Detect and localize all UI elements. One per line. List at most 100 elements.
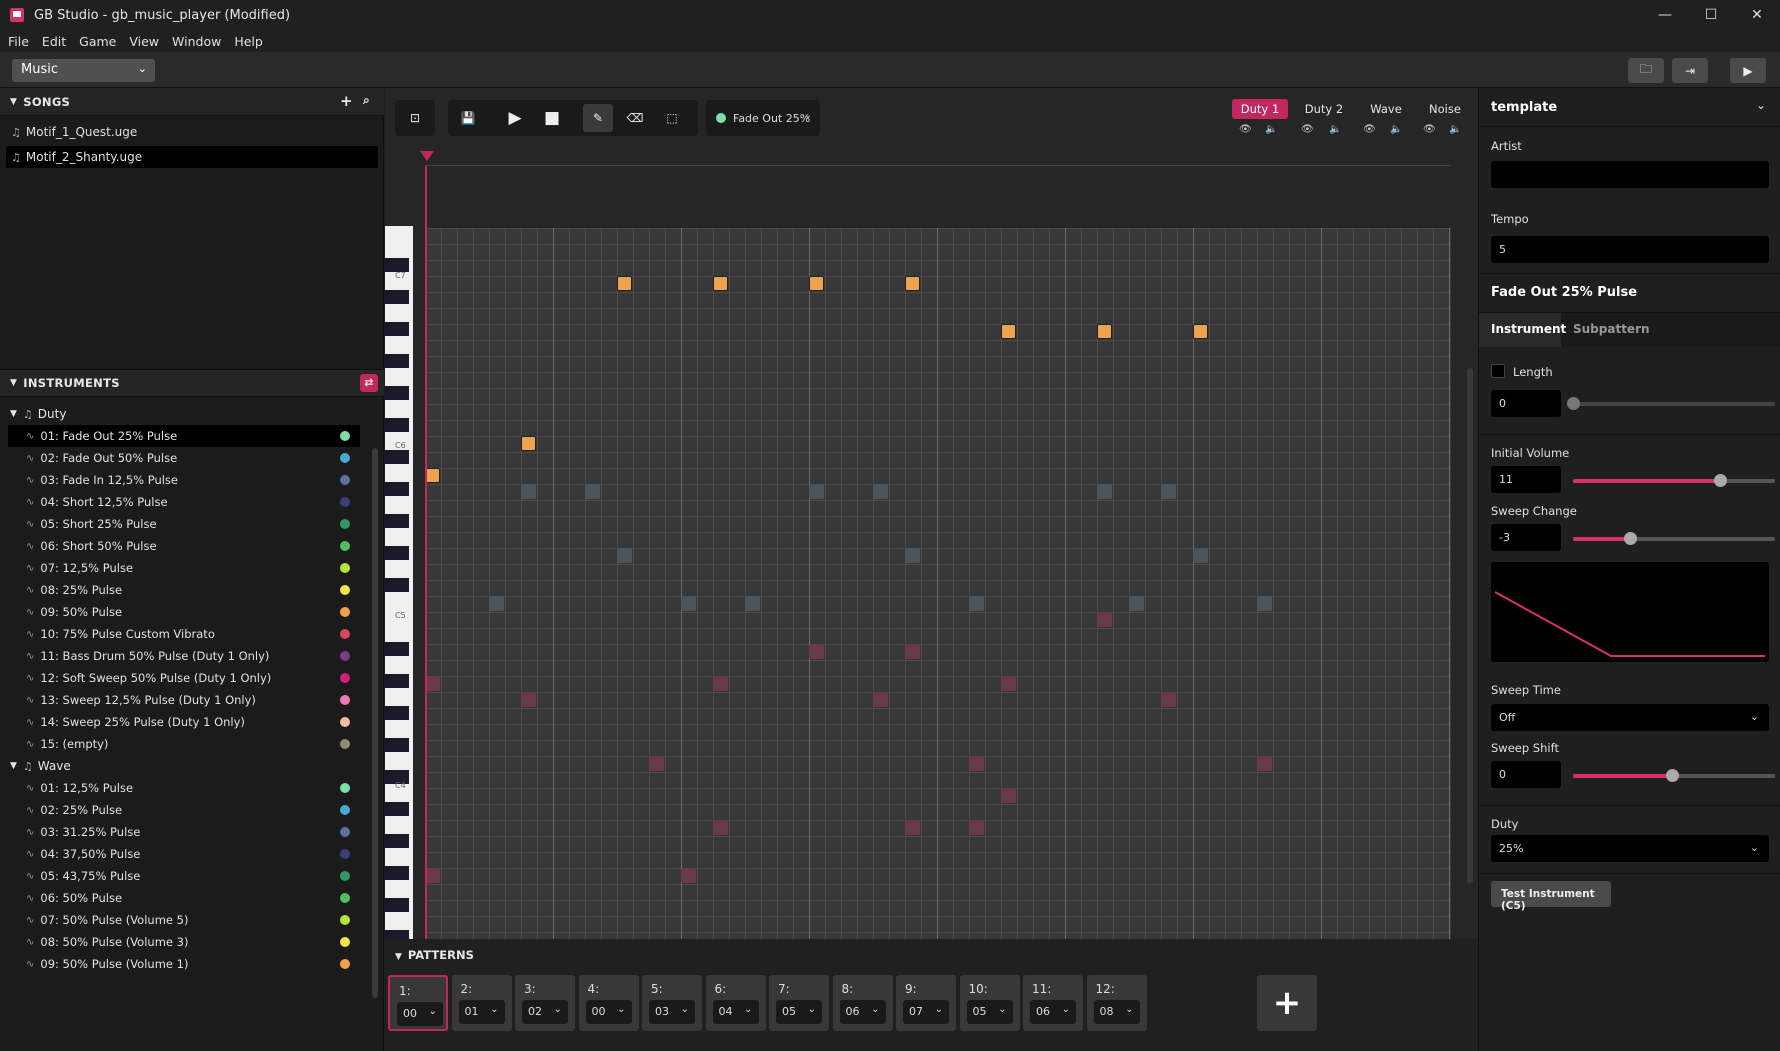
instrument-item[interactable]: ∿ 15: (empty) xyxy=(8,733,360,755)
instrument-item[interactable]: ∿ 02: Fade Out 50% Pulse xyxy=(8,447,360,469)
duty1-visibility-icon[interactable]: 👁 xyxy=(1239,124,1252,135)
instrument-item[interactable]: ∿ 04: 37,50% Pulse xyxy=(8,843,360,865)
menu-game[interactable]: Game xyxy=(79,34,116,49)
note-cell[interactable] xyxy=(425,468,440,483)
ghost-note-cell[interactable] xyxy=(681,596,696,611)
pattern-select[interactable]: 05 ⌄ xyxy=(776,1000,822,1024)
channel-tab-duty1[interactable]: Duty 1 xyxy=(1232,99,1288,119)
black-key[interactable] xyxy=(385,898,409,912)
menu-window[interactable]: Window xyxy=(172,34,221,49)
ghost-note-cell[interactable] xyxy=(1097,484,1112,499)
pattern-cell[interactable]: 8: 06 ⌄ xyxy=(832,975,893,1031)
instrument-item[interactable]: ∿ 13: Sweep 12,5% Pulse (Duty 1 Only) xyxy=(8,689,360,711)
song-item[interactable]: ♫ Motif_1_Quest.uge xyxy=(6,121,378,143)
note-cell[interactable] xyxy=(1001,324,1016,339)
ghost-note-cell[interactable] xyxy=(1257,756,1272,771)
noise-visibility-icon[interactable]: 👁 xyxy=(1423,124,1436,135)
black-key[interactable] xyxy=(385,354,409,368)
ghost-note-cell[interactable] xyxy=(969,756,984,771)
instrument-item[interactable]: ∿ 02: 25% Pulse xyxy=(8,799,360,821)
duty2-visibility-icon[interactable]: 👁 xyxy=(1301,124,1314,135)
length-slider[interactable] xyxy=(1567,397,1775,410)
note-cell[interactable] xyxy=(713,276,728,291)
instrument-item[interactable]: ∿ 08: 50% Pulse (Volume 3) xyxy=(8,931,360,953)
ghost-note-cell[interactable] xyxy=(1129,596,1144,611)
black-key[interactable] xyxy=(385,290,409,304)
menu-help[interactable]: Help xyxy=(234,34,263,49)
instruments-header[interactable]: ▼ INSTRUMENTS ⇄ xyxy=(0,369,384,397)
ghost-note-cell[interactable] xyxy=(585,484,600,499)
black-key[interactable] xyxy=(385,578,409,592)
play-button[interactable]: ▶ xyxy=(500,104,530,132)
patterns-header[interactable]: ▼ PATTERNS xyxy=(395,948,474,962)
ghost-note-cell[interactable] xyxy=(425,868,440,883)
open-folder-button[interactable]: 🗀 xyxy=(1628,58,1664,83)
pattern-cell[interactable]: 3: 02 ⌄ xyxy=(515,975,575,1031)
pattern-cell[interactable]: 11: 06 ⌄ xyxy=(1023,975,1083,1031)
channel-tab-noise[interactable]: Noise xyxy=(1417,99,1473,119)
minimize-icon[interactable]: — xyxy=(1642,0,1688,30)
slider-knob[interactable] xyxy=(1567,397,1580,410)
ghost-note-cell[interactable] xyxy=(1001,788,1016,803)
instrument-group[interactable]: ▼ ♫ Wave xyxy=(10,755,71,777)
duty1-mute-icon[interactable]: 🔈 xyxy=(1265,124,1277,135)
instrument-item[interactable]: ∿ 03: 31.25% Pulse xyxy=(8,821,360,843)
piano-roll[interactable]: C7C6C5C4 ⚡ AAAAD xyxy=(385,148,1478,999)
length-field[interactable]: 0 xyxy=(1491,390,1561,417)
ghost-note-cell[interactable] xyxy=(425,676,440,691)
tempo-field[interactable]: 5 xyxy=(1491,236,1769,263)
save-button[interactable]: 💾 xyxy=(453,104,483,132)
play-game-button[interactable]: ▶ xyxy=(1730,58,1766,83)
sweep-change-slider[interactable] xyxy=(1573,532,1775,545)
ghost-note-cell[interactable] xyxy=(1161,692,1176,707)
pattern-cell[interactable]: 5: 03 ⌄ xyxy=(642,975,702,1031)
ghost-note-cell[interactable] xyxy=(873,484,888,499)
pattern-cell[interactable]: 10: 05 ⌄ xyxy=(959,975,1020,1031)
pattern-cell[interactable]: 12: 08 ⌄ xyxy=(1086,975,1147,1031)
ghost-note-cell[interactable] xyxy=(905,644,920,659)
black-key[interactable] xyxy=(385,418,409,432)
instrument-item[interactable]: ∿ 03: Fade In 12,5% Pulse xyxy=(8,469,360,491)
ghost-note-cell[interactable] xyxy=(617,548,632,563)
pattern-select[interactable]: 04 ⌄ xyxy=(712,1000,759,1024)
wave-visibility-icon[interactable]: 👁 xyxy=(1363,124,1376,135)
pattern-cell[interactable]: 6: 04 ⌄ xyxy=(705,975,766,1031)
ghost-note-cell[interactable] xyxy=(745,596,760,611)
pattern-select[interactable]: 00 ⌄ xyxy=(397,1002,443,1026)
ghost-note-cell[interactable] xyxy=(1097,612,1112,627)
black-key[interactable] xyxy=(385,386,409,400)
instrument-item[interactable]: ∿ 07: 50% Pulse (Volume 5) xyxy=(8,909,360,931)
songs-header[interactable]: ▼ SONGS + ⌕ xyxy=(0,88,384,116)
channel-tab-duty2[interactable]: Duty 2 xyxy=(1296,99,1352,119)
instrument-item[interactable]: ∿ 06: 50% Pulse xyxy=(8,887,360,909)
sweep-shift-field[interactable]: 0 xyxy=(1491,761,1561,788)
playhead-marker-icon[interactable] xyxy=(420,151,434,161)
instrument-item[interactable]: ∿ 06: Short 50% Pulse xyxy=(8,535,360,557)
pattern-cell[interactable]: 1: 00 ⌄ xyxy=(388,975,448,1031)
duty-select[interactable]: 25% ⌄ xyxy=(1491,835,1769,862)
select-tool-button[interactable]: ⬚ xyxy=(657,104,687,132)
initial-volume-slider[interactable] xyxy=(1573,474,1775,487)
pattern-select[interactable]: 01 ⌄ xyxy=(458,1000,505,1024)
instrument-dropdown[interactable]: Fade Out 25% ⌄ xyxy=(706,100,820,136)
ghost-note-cell[interactable] xyxy=(681,868,696,883)
pattern-select[interactable]: 06 ⌄ xyxy=(839,1000,886,1024)
note-cell[interactable] xyxy=(617,276,632,291)
eraser-tool-button[interactable]: ⌫ xyxy=(620,104,650,132)
sweep-time-select[interactable]: Off ⌄ xyxy=(1491,704,1769,731)
instrument-scrollbar[interactable] xyxy=(372,448,378,998)
duty2-mute-icon[interactable]: 🔈 xyxy=(1329,124,1341,135)
ghost-note-cell[interactable] xyxy=(1001,676,1016,691)
black-key[interactable] xyxy=(385,674,409,688)
ghost-note-cell[interactable] xyxy=(1161,484,1176,499)
black-key[interactable] xyxy=(385,450,409,464)
tab-instrument[interactable]: Instrument xyxy=(1479,313,1566,347)
note-cell[interactable] xyxy=(1193,324,1208,339)
menu-file[interactable]: File xyxy=(8,34,29,49)
ghost-note-cell[interactable] xyxy=(905,820,920,835)
black-key[interactable] xyxy=(385,482,409,496)
ghost-note-cell[interactable] xyxy=(521,484,536,499)
wave-mute-icon[interactable]: 🔈 xyxy=(1390,124,1402,135)
ghost-note-cell[interactable] xyxy=(521,692,536,707)
instrument-item[interactable]: ∿ 07: 12,5% Pulse xyxy=(8,557,360,579)
